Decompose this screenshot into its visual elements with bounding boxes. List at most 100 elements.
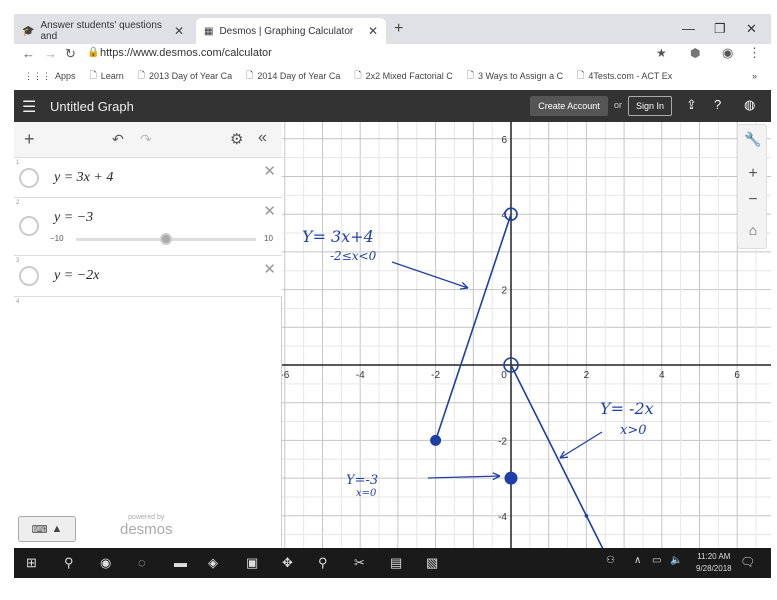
bookmarks-more[interactable]: »	[752, 71, 757, 81]
magnifier-app-icon[interactable]: ⚲	[318, 555, 328, 571]
new-tab-icon[interactable]: +	[394, 20, 403, 38]
app-icon[interactable]: ◌	[138, 555, 146, 570]
forward-arrow-icon[interactable]: →	[44, 46, 57, 61]
app-icon[interactable]: ▧	[426, 555, 438, 571]
annotation-y-neg-3: Y=-3	[346, 473, 378, 488]
extension-shield-icon[interactable]: ⬢	[690, 46, 700, 60]
people-icon[interactable]: ⚇	[606, 555, 615, 566]
zoom-in-icon[interactable]: +	[738, 165, 768, 183]
wrench-settings-icon[interactable]: 🔧	[738, 131, 768, 148]
close-window-icon[interactable]: ✕	[746, 21, 757, 37]
bookmark-2x2[interactable]: 🗋 2x2 Mixed Factorial C	[354, 68, 452, 84]
battery-icon[interactable]: ▭	[652, 555, 661, 566]
redo-icon[interactable]: ↷	[140, 131, 152, 148]
tab-answer-students[interactable]: 🎓 Answer students' questions and ✕	[14, 18, 192, 44]
app-icon[interactable]: ✂	[354, 555, 365, 571]
share-icon[interactable]: ⇪	[686, 97, 697, 113]
delete-expression-icon[interactable]: ✕	[263, 162, 276, 180]
bookmark-3-ways[interactable]: 🗋 3 Ways to Assign a C	[467, 68, 563, 84]
volume-icon[interactable]: 🔈	[670, 555, 682, 566]
expression-color-toggle[interactable]	[19, 216, 39, 236]
expression-color-toggle[interactable]	[19, 266, 39, 286]
keyboard-icon: ⌨	[31, 523, 48, 536]
sign-in-button[interactable]: Sign In	[628, 96, 672, 116]
browser-tab-bar: 🎓 Answer students' questions and ✕ ▦ Des…	[14, 14, 771, 44]
bookmark-2013[interactable]: 🗋 2013 Day of Year Ca	[138, 68, 232, 84]
app-icon[interactable]: ▤	[390, 555, 402, 571]
maximize-icon[interactable]: ❐	[714, 21, 726, 37]
apps-grid-icon: ⋮⋮⋮	[24, 70, 51, 81]
delete-expression-icon[interactable]: ✕	[263, 260, 276, 278]
x-tick-label: -4	[356, 370, 365, 381]
graph-paper[interactable]: -6-4-20246642-2-4Y= 3x+4-2≤x<0Y= -2xx>0Y…	[282, 122, 771, 548]
bookmark-2014[interactable]: 🗋 2014 Day of Year Ca	[246, 68, 340, 84]
bookmark-apps[interactable]: ⋮⋮⋮ Apps	[24, 71, 76, 82]
x-tick-label: 6	[734, 370, 740, 381]
bookmark-learn[interactable]: 🗋 Learn	[90, 68, 124, 84]
minimize-icon[interactable]: —	[682, 21, 695, 36]
hamburger-menu-icon[interactable]: ☰	[22, 97, 36, 117]
slider-max[interactable]: 10	[264, 234, 273, 243]
expression-row-3[interactable]: 3 y = −2x ✕	[14, 256, 282, 297]
slider-handle[interactable]	[160, 233, 172, 245]
expression-math[interactable]: y = −3	[54, 210, 93, 226]
collapse-panel-icon[interactable]: «	[258, 129, 267, 147]
x-tick-label: -6	[282, 370, 290, 381]
taskbar-clock[interactable]: 11:20 AM 9/28/2018	[696, 551, 732, 575]
search-icon[interactable]: ⚲	[64, 555, 74, 571]
expression-math[interactable]: y = −2x	[54, 268, 99, 284]
expression-math[interactable]: y = 3x + 4	[54, 170, 113, 186]
delete-expression-icon[interactable]: ✕	[263, 202, 276, 220]
bookmark-4tests[interactable]: 🗋 4Tests.com - ACT Ex	[577, 68, 672, 84]
tray-chevron-icon[interactable]: ∧	[634, 555, 641, 566]
app-icon[interactable]: ✥	[282, 555, 293, 571]
closed-point-0-neg3	[504, 471, 518, 485]
back-arrow-icon[interactable]: ←	[22, 46, 35, 61]
windows-start-icon[interactable]: ⊞	[26, 555, 37, 571]
annotation-domain-2: x>0	[620, 423, 647, 438]
app-icon[interactable]: ◈	[208, 555, 218, 571]
expression-row-1[interactable]: 1 y = 3x + 4 ✕	[14, 158, 282, 198]
graduation-cap-icon: 🎓	[22, 25, 35, 37]
url-input[interactable]: https://www.desmos.com/calculator	[100, 47, 272, 59]
star-icon[interactable]: ★	[656, 46, 667, 60]
x-tick-label: -2	[431, 370, 440, 381]
page-icon: 🗋	[577, 70, 585, 80]
page-icon: 🗋	[89, 70, 97, 80]
close-tab-icon[interactable]: ✕	[368, 24, 378, 38]
menu-dots-icon[interactable]: ⋮	[748, 45, 761, 61]
notifications-icon[interactable]: 🗨	[740, 555, 755, 569]
zoom-out-icon[interactable]: −	[738, 191, 768, 209]
lock-icon: 🔒	[87, 47, 100, 58]
reload-icon[interactable]: ↻	[65, 46, 76, 62]
expression-list-empty[interactable]: 4	[14, 297, 282, 547]
page-icon: 🗋	[466, 70, 474, 80]
expression-number: 1	[16, 160, 20, 166]
caret-up-icon: ▲	[51, 523, 63, 535]
file-explorer-icon[interactable]: ▬	[174, 555, 187, 570]
language-globe-icon[interactable]: ◍	[744, 97, 755, 113]
expression-row-2[interactable]: 2 y = −3 ✕ −10 10	[14, 198, 282, 256]
slider-min[interactable]: −10	[50, 234, 64, 243]
bookmark-label: 4Tests.com - ACT Ex	[588, 71, 673, 81]
app-icon[interactable]: ▣	[246, 555, 258, 571]
y-tick-label: 2	[501, 286, 507, 297]
settings-gear-icon[interactable]: ⚙	[230, 130, 243, 148]
annotation-domain-3: x=0	[356, 488, 377, 499]
profile-icon[interactable]: ◉	[722, 45, 733, 61]
tab-desmos[interactable]: ▦ Desmos | Graphing Calculator ✕	[196, 18, 386, 44]
powered-by-desmos[interactable]: powered by desmos	[120, 514, 173, 538]
x-tick-label: 4	[659, 370, 665, 381]
add-expression-icon[interactable]: +	[24, 129, 35, 150]
home-icon[interactable]: ⌂	[738, 222, 768, 238]
create-account-button[interactable]: Create Account	[530, 96, 608, 116]
bookmark-label: 2014 Day of Year Ca	[257, 71, 341, 81]
chrome-icon[interactable]: ◉	[100, 555, 111, 571]
clock-date: 9/28/2018	[696, 564, 732, 573]
help-icon[interactable]: ?	[714, 97, 721, 112]
undo-icon[interactable]: ↶	[112, 131, 124, 148]
close-tab-icon[interactable]: ✕	[174, 24, 184, 38]
keyboard-toggle-button[interactable]: ⌨ ▲	[18, 516, 76, 542]
graph-title[interactable]: Untitled Graph	[50, 99, 134, 114]
expression-color-toggle[interactable]	[19, 168, 39, 188]
